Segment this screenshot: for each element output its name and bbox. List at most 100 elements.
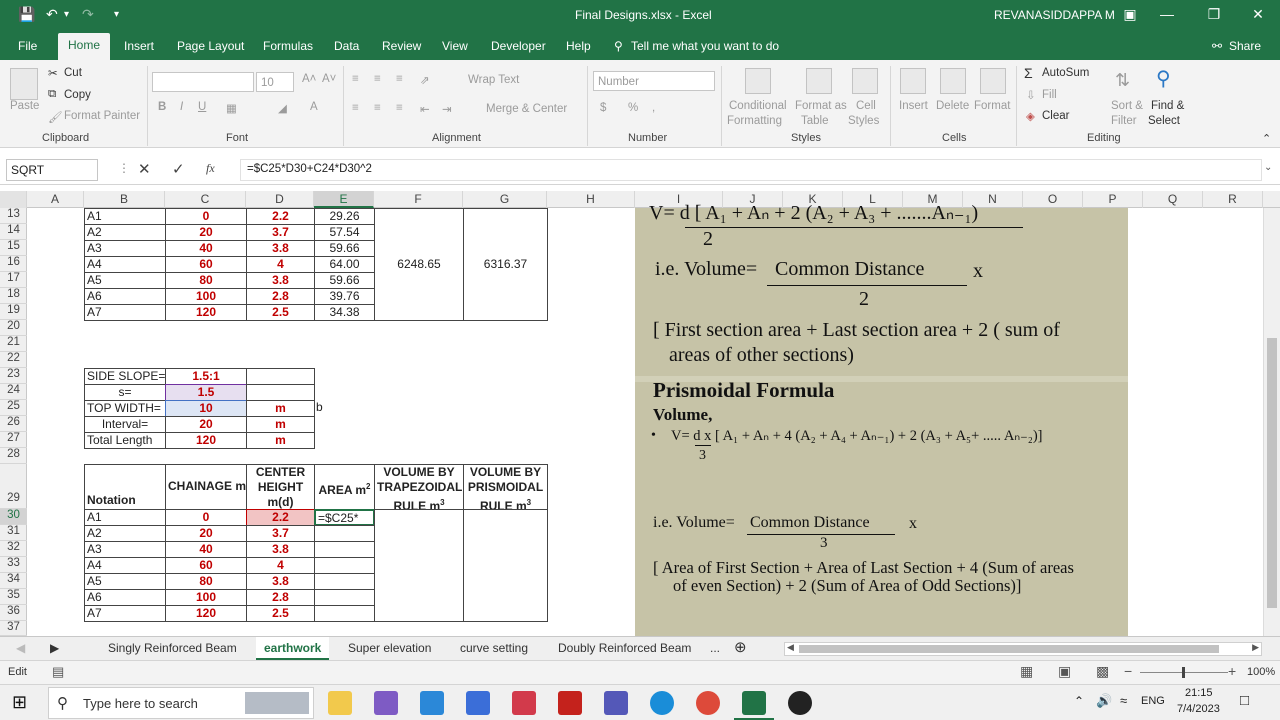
italic-button[interactable]: I bbox=[180, 101, 183, 113]
cell-chainage[interactable]: 20 bbox=[165, 224, 247, 241]
cell-notation[interactable]: A5 bbox=[84, 272, 166, 289]
row-header[interactable]: 28 bbox=[0, 448, 27, 464]
cell-height[interactable]: 4 bbox=[246, 557, 315, 574]
teams-icon[interactable] bbox=[604, 691, 628, 715]
cell-notation[interactable]: A4 bbox=[84, 256, 166, 273]
redo-icon[interactable]: ↷ bbox=[82, 6, 94, 23]
format-painter-button[interactable]: Format Painter bbox=[64, 110, 140, 122]
sort-filter-button-line2[interactable]: Filter bbox=[1111, 115, 1137, 127]
clear-button[interactable]: Clear bbox=[1042, 110, 1069, 122]
header-volume-prismoidal[interactable]: VOLUME BY PRISMOIDAL RULE m3 bbox=[463, 464, 548, 513]
cell-height[interactable]: 2.5 bbox=[246, 605, 315, 622]
notepad-icon[interactable] bbox=[420, 691, 444, 715]
row-header[interactable]: 27 bbox=[0, 432, 27, 448]
cell-chainage[interactable]: 20 bbox=[165, 525, 247, 542]
cell-notation[interactable]: A2 bbox=[84, 525, 166, 542]
row-header[interactable]: 14 bbox=[0, 224, 27, 240]
top-width-value[interactable]: 10 bbox=[165, 400, 247, 417]
page-layout-view-icon[interactable]: ▣ bbox=[1058, 663, 1071, 680]
zoom-in-icon[interactable]: + bbox=[1228, 663, 1236, 679]
find-select-button[interactable]: Find & bbox=[1151, 100, 1184, 112]
cell-height[interactable]: 3.8 bbox=[246, 240, 315, 257]
cell-area[interactable]: 59.66 bbox=[314, 240, 375, 257]
paste-icon[interactable] bbox=[10, 68, 38, 100]
cell-height[interactable]: 3.8 bbox=[246, 541, 315, 558]
tab-formulas[interactable]: Formulas bbox=[263, 39, 313, 53]
row-header[interactable]: 19 bbox=[0, 304, 27, 320]
scroll-right-icon[interactable]: ▶ bbox=[1252, 642, 1259, 653]
s-value[interactable]: 1.5 bbox=[165, 384, 247, 401]
file-explorer-icon[interactable] bbox=[328, 691, 352, 715]
cell-chainage[interactable]: 40 bbox=[165, 541, 247, 558]
fill-button[interactable]: Fill bbox=[1042, 89, 1057, 101]
bold-button[interactable]: B bbox=[158, 101, 166, 113]
customize-qat-icon[interactable]: ▾ bbox=[114, 9, 119, 20]
comma-button[interactable]: , bbox=[652, 102, 655, 114]
format-painter-icon[interactable]: 🖌 bbox=[48, 110, 63, 124]
cell-area[interactable]: 39.76 bbox=[314, 288, 375, 305]
cell-chainage[interactable]: 120 bbox=[165, 304, 247, 321]
column-header[interactable]: R bbox=[1203, 191, 1263, 208]
ribbon-display-icon[interactable]: ▣ bbox=[1120, 6, 1140, 23]
s-label[interactable]: s= bbox=[84, 384, 166, 401]
close-icon[interactable]: ✕ bbox=[1248, 6, 1268, 23]
row-header[interactable]: 36 bbox=[0, 605, 27, 621]
page-break-view-icon[interactable]: ▩ bbox=[1096, 663, 1109, 680]
snipping-tool-icon[interactable] bbox=[512, 691, 536, 715]
sheet-tab-earthwork[interactable]: earthwork bbox=[256, 637, 330, 660]
cell-volume-trapezoidal-total[interactable]: 6248.65 bbox=[374, 208, 464, 321]
cell-notation[interactable]: A4 bbox=[84, 557, 166, 574]
format-cells-button[interactable]: Format bbox=[974, 100, 1010, 112]
row-header[interactable]: 18 bbox=[0, 288, 27, 304]
interval-label[interactable]: Interval= bbox=[84, 416, 166, 433]
copy-button[interactable]: Copy bbox=[64, 89, 91, 101]
more-sheets-button[interactable]: ... bbox=[710, 641, 720, 655]
row-header[interactable]: 23 bbox=[0, 368, 27, 384]
macro-record-icon[interactable]: ▤ bbox=[52, 664, 64, 680]
empty-cell[interactable] bbox=[246, 384, 315, 401]
undo-dropdown-icon[interactable]: ▾ bbox=[64, 9, 69, 20]
cell-height[interactable]: 3.7 bbox=[246, 525, 315, 542]
align-middle-icon[interactable]: ≡ bbox=[374, 73, 381, 85]
user-name[interactable]: REVANASIDDAPPA M bbox=[994, 8, 1115, 22]
interval-value[interactable]: 20 bbox=[165, 416, 247, 433]
font-color-icon[interactable]: A bbox=[310, 101, 318, 113]
cut-icon[interactable]: ✂ bbox=[48, 66, 58, 80]
cell-chainage[interactable]: 40 bbox=[165, 240, 247, 257]
cell-area[interactable]: 29.26 bbox=[314, 208, 375, 225]
insert-cells-icon[interactable] bbox=[900, 68, 926, 94]
cell-area[interactable] bbox=[314, 525, 375, 542]
cell-area[interactable]: 34.38 bbox=[314, 304, 375, 321]
app-icon[interactable] bbox=[466, 691, 490, 715]
align-bottom-icon[interactable]: ≡ bbox=[396, 73, 403, 85]
cell-chainage[interactable]: 60 bbox=[165, 557, 247, 574]
select-all-button[interactable] bbox=[0, 191, 27, 208]
row-header[interactable]: 20 bbox=[0, 320, 27, 336]
column-header[interactable]: B bbox=[84, 191, 165, 208]
cell-chainage[interactable]: 80 bbox=[165, 272, 247, 289]
cell-notation[interactable]: A7 bbox=[84, 304, 166, 321]
sort-filter-button[interactable]: Sort & bbox=[1111, 100, 1143, 112]
interval-unit[interactable]: m bbox=[246, 416, 315, 433]
cell-height[interactable]: 4 bbox=[246, 256, 315, 273]
zoom-level[interactable]: 100% bbox=[1247, 666, 1275, 678]
tab-data[interactable]: Data bbox=[334, 39, 359, 53]
number-format-select[interactable]: Number bbox=[593, 71, 715, 91]
row-header[interactable]: 35 bbox=[0, 589, 27, 605]
currency-button[interactable]: $ bbox=[600, 102, 606, 114]
row-header[interactable]: 29 bbox=[0, 464, 27, 509]
obs-icon[interactable] bbox=[788, 691, 812, 715]
chrome-icon[interactable] bbox=[696, 691, 720, 715]
vertical-scrollbar[interactable] bbox=[1263, 208, 1280, 636]
side-slope-value[interactable]: 1.5:1 bbox=[165, 368, 247, 385]
cell-chainage[interactable]: 100 bbox=[165, 589, 247, 606]
cell-styles-button[interactable]: Cell bbox=[856, 100, 876, 112]
wrap-text-button[interactable]: Wrap Text bbox=[468, 74, 519, 86]
horizontal-scrollbar[interactable]: ◀ ▶ bbox=[784, 642, 1262, 656]
header-chainage[interactable]: CHAINAGE m bbox=[165, 464, 247, 510]
orientation-icon[interactable]: ⇗ bbox=[420, 73, 430, 87]
cell-volume-prismoidal-total[interactable]: 6316.37 bbox=[463, 208, 548, 321]
cell-area[interactable] bbox=[314, 605, 375, 622]
notification-icon[interactable]: □ bbox=[1240, 692, 1249, 709]
column-header[interactable]: D bbox=[246, 191, 314, 208]
